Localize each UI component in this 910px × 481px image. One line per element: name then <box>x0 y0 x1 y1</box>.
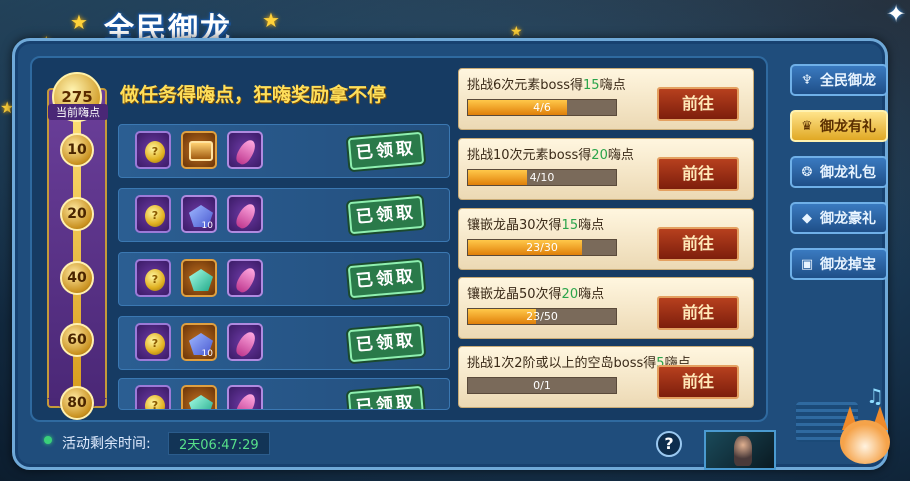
gift-icon: ♛ <box>801 118 813 134</box>
character-figure <box>734 436 752 466</box>
tab-label: 御龙豪礼 <box>820 211 876 227</box>
claimed-stamp: 已领取 <box>347 259 425 299</box>
reward-item[interactable] <box>181 385 217 409</box>
reward-row: ? 已领取 <box>118 378 450 410</box>
jade-icon <box>189 395 213 409</box>
reward-item[interactable]: 10 <box>181 195 217 233</box>
reward-item[interactable] <box>227 131 263 169</box>
reward-row: ? 10 已领取 <box>118 188 450 242</box>
coin-icon: ? <box>145 269 165 291</box>
tab-label: 御龙掉宝 <box>820 257 876 273</box>
feather-icon <box>233 201 259 231</box>
loot-icon: ▣ <box>800 256 814 272</box>
reward-item[interactable] <box>227 259 263 297</box>
goto-button[interactable]: 前往 <box>657 87 739 121</box>
reward-item[interactable]: ? <box>135 259 171 297</box>
reward-item[interactable]: ? <box>135 385 171 409</box>
diamond-icon: ◆ <box>802 210 812 226</box>
jade-icon <box>189 269 213 291</box>
goto-button[interactable]: 前往 <box>657 157 739 191</box>
task-title: 镶嵌龙晶30次得15嗨点 <box>467 218 605 233</box>
milestone-badge: 60 <box>60 323 94 357</box>
reward-item[interactable] <box>227 323 263 361</box>
task-progress-bar: 23/50 <box>467 308 617 325</box>
package-icon: ❂ <box>801 164 813 180</box>
close-icon[interactable]: ✦ <box>882 0 910 28</box>
task-card: 镶嵌龙晶30次得15嗨点 23/30 前往 <box>458 208 754 270</box>
reward-row: ? 已领取 <box>118 124 450 178</box>
task-card: 挑战1次2阶或以上的空岛boss得5嗨点 0/1 前往 <box>458 346 754 408</box>
help-button[interactable]: ? <box>656 431 682 457</box>
reward-row: ? 10 已领取 <box>118 316 450 370</box>
claimed-stamp: 已领取 <box>347 385 425 409</box>
current-points-label: 当前嗨点 <box>48 104 108 120</box>
goto-button[interactable]: 前往 <box>657 296 739 330</box>
milestone-badge: 20 <box>60 197 94 231</box>
item-quantity: 10 <box>201 221 213 231</box>
reward-item[interactable] <box>227 385 263 409</box>
milestone-badge: 40 <box>60 261 94 295</box>
feather-icon <box>233 265 259 295</box>
star-decoration-icon: ★ <box>262 8 280 32</box>
tab-label: 全民御龙 <box>820 73 876 89</box>
claimed-stamp: 已领取 <box>347 131 425 171</box>
coin-icon: ? <box>145 395 165 409</box>
reward-item[interactable] <box>181 259 217 297</box>
reward-item[interactable] <box>181 131 217 169</box>
timer-label: 活动剩余时间: <box>62 436 151 452</box>
mascot-head <box>840 420 890 464</box>
tab-yulong-youli[interactable]: ♛ 御龙有礼 <box>790 110 888 142</box>
task-progress-bar: 4/6 <box>467 99 617 116</box>
mascot-corgi <box>830 404 900 474</box>
task-progress-bar: 4/10 <box>467 169 617 186</box>
tab-yulong-libao[interactable]: ❂ 御龙礼包 <box>790 156 888 188</box>
claimed-stamp: 已领取 <box>347 323 425 363</box>
coin-icon: ? <box>145 205 165 227</box>
reward-item[interactable]: ? <box>135 131 171 169</box>
milestone-badge: 10 <box>60 133 94 167</box>
feather-icon <box>233 391 259 409</box>
countdown-timer: 2天06:47:29 <box>168 432 270 455</box>
reward-item[interactable]: 10 <box>181 323 217 361</box>
reward-item[interactable]: ? <box>135 195 171 233</box>
task-progress-bar: 0/1 <box>467 377 617 394</box>
tab-label: 御龙礼包 <box>820 165 876 181</box>
coin-icon: ? <box>145 141 165 163</box>
goto-button[interactable]: 前往 <box>657 227 739 261</box>
tagline: 做任务得嗨点，狂嗨奖励拿不停 <box>120 84 387 106</box>
task-card: 挑战6次元素boss得15嗨点 4/6 前往 <box>458 68 754 130</box>
task-progress-text: 0/1 <box>533 379 551 392</box>
coin-icon: ? <box>145 333 165 355</box>
reward-item[interactable]: ? <box>135 323 171 361</box>
star-decoration-icon: ★ <box>70 10 88 34</box>
claimed-stamp: 已领取 <box>347 195 425 235</box>
music-note-icon: ♫ <box>866 384 884 408</box>
item-quantity: 10 <box>201 349 213 359</box>
reward-item[interactable] <box>227 195 263 233</box>
feather-icon <box>233 137 259 167</box>
task-title: 挑战6次元素boss得15嗨点 <box>467 78 626 93</box>
task-card: 挑战10次元素boss得20嗨点 4/10 前往 <box>458 138 754 200</box>
tab-label: 御龙有礼 <box>820 119 876 135</box>
task-progress-text: 23/30 <box>526 241 558 254</box>
tab-yulong-diaobao[interactable]: ▣ 御龙掉宝 <box>790 248 888 280</box>
milestone-badge: 80 <box>60 386 94 420</box>
treasure-chest-icon <box>189 141 213 161</box>
tab-quanmin-yulong[interactable]: ♆ 全民御龙 <box>790 64 888 96</box>
character-portrait[interactable] <box>704 430 776 470</box>
reward-row: ? 已领取 <box>118 252 450 306</box>
goto-button[interactable]: 前往 <box>657 365 739 399</box>
task-card: 镶嵌龙晶50次得20嗨点 23/50 前往 <box>458 277 754 339</box>
task-progress-text: 4/6 <box>533 101 551 114</box>
tab-yulong-haoli[interactable]: ◆ 御龙豪礼 <box>790 202 888 234</box>
dragon-icon: ♆ <box>801 72 813 88</box>
task-title: 挑战10次元素boss得20嗨点 <box>467 148 634 163</box>
task-title: 镶嵌龙晶50次得20嗨点 <box>467 287 605 302</box>
task-progress-text: 23/50 <box>526 310 558 323</box>
task-progress-bar: 23/30 <box>467 239 617 256</box>
status-dot-icon <box>44 436 52 444</box>
task-progress-text: 4/10 <box>529 171 555 184</box>
feather-icon <box>233 329 259 359</box>
